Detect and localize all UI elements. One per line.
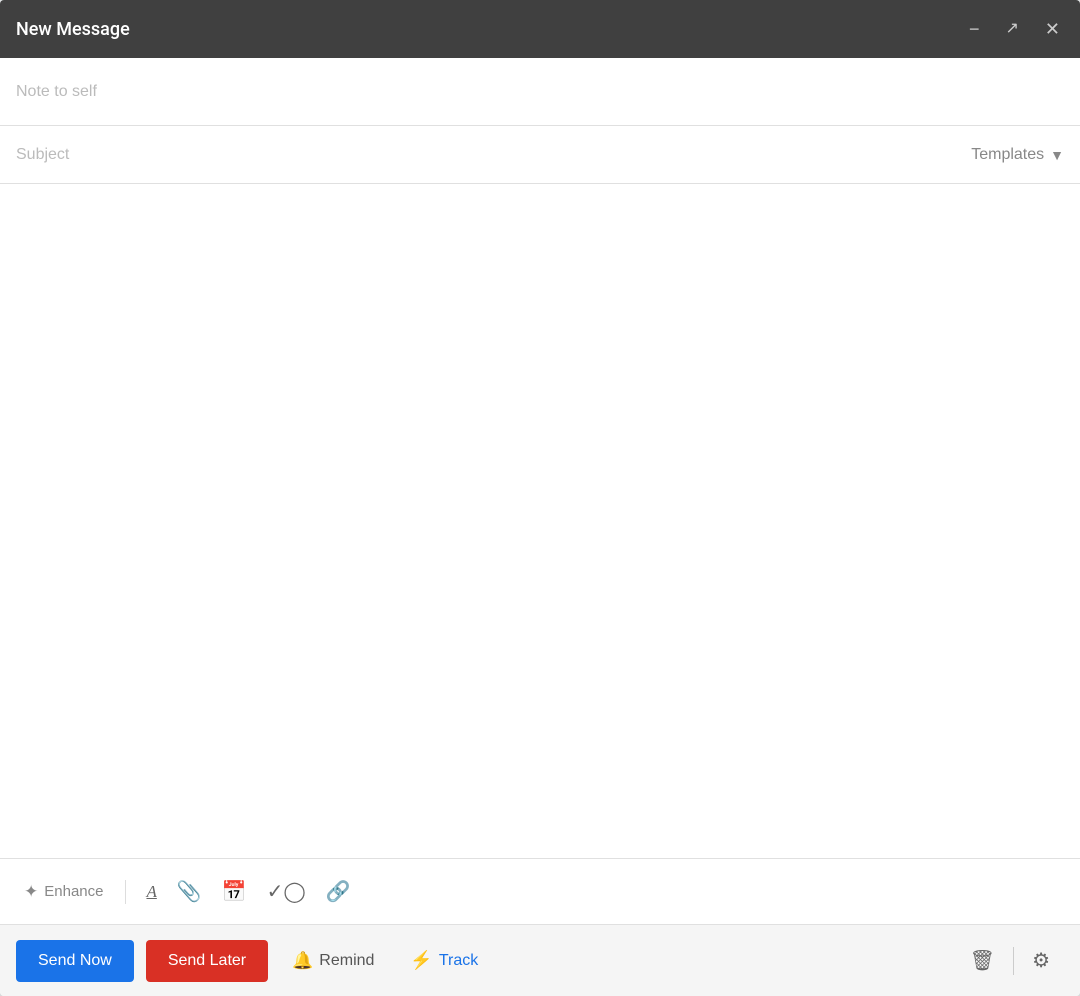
close-icon: ✕: [1045, 20, 1060, 38]
trash-icon: 🗑: [970, 948, 995, 973]
formatting-toolbar: ✦ Enhance A 📎 📅 ✓◯ 🔗: [0, 858, 1080, 924]
enhance-button[interactable]: ✦ Enhance: [16, 876, 111, 908]
action-bar: Send Now Send Later 🔔 Remind ⚡ Track 🗑 ⚙: [0, 924, 1080, 996]
window-controls: − ↗ ✕: [965, 16, 1064, 42]
track-label: Track: [439, 952, 478, 970]
calendar-button[interactable]: 📅: [216, 873, 253, 910]
action-bar-divider: [1013, 947, 1014, 975]
to-input[interactable]: [16, 83, 1064, 101]
check-circle-button[interactable]: ✓◯: [261, 873, 312, 910]
font-format-button[interactable]: A: [140, 876, 162, 908]
settings-button[interactable]: ⚙: [1018, 938, 1064, 983]
title-bar: New Message − ↗ ✕: [0, 0, 1080, 58]
action-bar-right: 🗑 ⚙: [956, 938, 1064, 983]
link-icon: 🔗: [326, 879, 351, 904]
subject-field-container: Templates ▼: [0, 126, 1080, 184]
close-button[interactable]: ✕: [1041, 16, 1064, 42]
delete-button[interactable]: 🗑: [956, 938, 1009, 983]
templates-button[interactable]: Templates ▼: [971, 146, 1064, 164]
toolbar-divider-1: [125, 880, 126, 904]
font-format-icon: A: [146, 882, 156, 902]
subject-input[interactable]: [16, 146, 971, 164]
check-circle-icon: ✓◯: [267, 879, 306, 904]
expand-button[interactable]: ↗: [1002, 17, 1023, 41]
remind-label: Remind: [319, 952, 374, 970]
send-now-button[interactable]: Send Now: [16, 940, 134, 982]
enhance-label: Enhance: [44, 883, 103, 900]
calendar-icon: 📅: [222, 879, 247, 904]
minimize-icon: −: [969, 20, 980, 38]
templates-label: Templates: [971, 146, 1044, 164]
body-textarea[interactable]: [16, 200, 1064, 842]
send-later-button[interactable]: Send Later: [146, 940, 268, 982]
remind-button[interactable]: 🔔 Remind: [280, 941, 386, 981]
attach-icon: 📎: [177, 879, 202, 904]
gear-icon: ⚙: [1032, 948, 1050, 973]
chevron-down-icon: ▼: [1050, 147, 1064, 163]
bolt-icon: ⚡: [410, 950, 432, 971]
to-field-container: [0, 58, 1080, 126]
minimize-button[interactable]: −: [965, 16, 984, 42]
compose-window: New Message − ↗ ✕ Templates ▼ ✦: [0, 0, 1080, 996]
bell-icon: 🔔: [292, 951, 313, 971]
window-title: New Message: [16, 19, 130, 40]
sparkle-icon: ✦: [24, 882, 38, 902]
link-button[interactable]: 🔗: [320, 873, 357, 910]
attach-button[interactable]: 📎: [171, 873, 208, 910]
send-now-label: Send Now: [38, 952, 112, 969]
send-later-label: Send Later: [168, 952, 246, 969]
body-area: [0, 184, 1080, 858]
expand-icon: ↗: [1006, 21, 1019, 37]
track-button[interactable]: ⚡ Track: [398, 940, 490, 981]
